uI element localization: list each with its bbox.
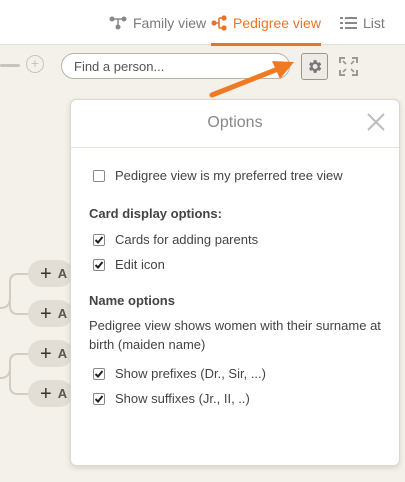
tree-connectors [0, 273, 30, 395]
tab-family-view-label: Family view [133, 14, 207, 31]
card-label: A [57, 306, 68, 321]
gear-icon [309, 60, 322, 73]
plus-icon: + [40, 262, 52, 285]
plus-icon: + [40, 382, 52, 405]
checkmark-icon [94, 394, 104, 403]
tab-list-label: List [363, 14, 385, 31]
add-parent-card[interactable]: + A [28, 260, 73, 287]
add-parent-card[interactable]: + A [28, 340, 73, 367]
show-suffixes-label: Show suffixes (Jr., II, ..) [115, 391, 250, 406]
tab-pedigree-view[interactable]: Pedigree view [211, 0, 321, 46]
edit-icon-label: Edit icon [115, 257, 165, 272]
card-label: A [57, 386, 68, 401]
edit-icon-option[interactable]: Edit icon [93, 257, 165, 272]
show-prefixes-option[interactable]: Show prefixes (Dr., Sir, ...) [93, 366, 266, 381]
options-title: Options [207, 114, 263, 131]
checkmark-icon [94, 235, 104, 244]
card-display-title: Card display options: [89, 206, 222, 221]
pointer-arrow [209, 61, 294, 98]
show-suffixes-option[interactable]: Show suffixes (Jr., II, ..) [93, 391, 250, 406]
options-panel: Options Pedigree view is my preferred tr… [70, 99, 400, 466]
cards-for-adding-parents-option[interactable]: Cards for adding parents [93, 232, 258, 247]
list-icon [340, 16, 357, 29]
checkmark-icon [94, 369, 104, 378]
zoom-slider[interactable] [0, 64, 20, 67]
options-button[interactable] [301, 53, 328, 80]
options-panel-header: Options [71, 100, 399, 148]
edit-icon-checkbox[interactable] [93, 258, 105, 271]
pedigree-tree-icon [211, 14, 227, 31]
card-label: A [57, 346, 68, 361]
close-icon[interactable] [367, 113, 385, 131]
family-tree-icon [109, 16, 127, 29]
checkmark-icon [94, 260, 104, 269]
preferred-view-label: Pedigree view is my preferred tree view [115, 168, 343, 183]
tab-pedigree-view-label: Pedigree view [233, 14, 321, 31]
plus-icon: + [40, 342, 52, 365]
view-tabs-bar: Family view Pedigree view List [0, 0, 405, 46]
add-parent-card[interactable]: + A [28, 300, 73, 327]
fullscreen-icon[interactable] [339, 57, 358, 76]
zoom-in-icon[interactable]: + [26, 55, 44, 73]
name-options-title: Name options [89, 293, 175, 308]
preferred-view-option[interactable]: Pedigree view is my preferred tree view [93, 168, 343, 183]
tree-toolbar: + [0, 45, 405, 89]
cards-for-adding-parents-label: Cards for adding parents [115, 232, 259, 247]
tab-list[interactable]: List [340, 0, 385, 45]
tab-family-view[interactable]: Family view [109, 0, 206, 45]
show-prefixes-checkbox[interactable] [93, 367, 105, 380]
plus-icon: + [40, 302, 52, 325]
show-suffixes-checkbox[interactable] [93, 392, 105, 405]
card-label: A [57, 266, 68, 281]
add-parent-card[interactable]: + A [28, 380, 73, 407]
cards-for-adding-parents-checkbox[interactable] [93, 233, 105, 246]
preferred-view-checkbox[interactable] [93, 169, 105, 182]
show-prefixes-label: Show prefixes (Dr., Sir, ...) [115, 366, 266, 381]
name-options-description: Pedigree view shows women with their sur… [89, 318, 381, 352]
